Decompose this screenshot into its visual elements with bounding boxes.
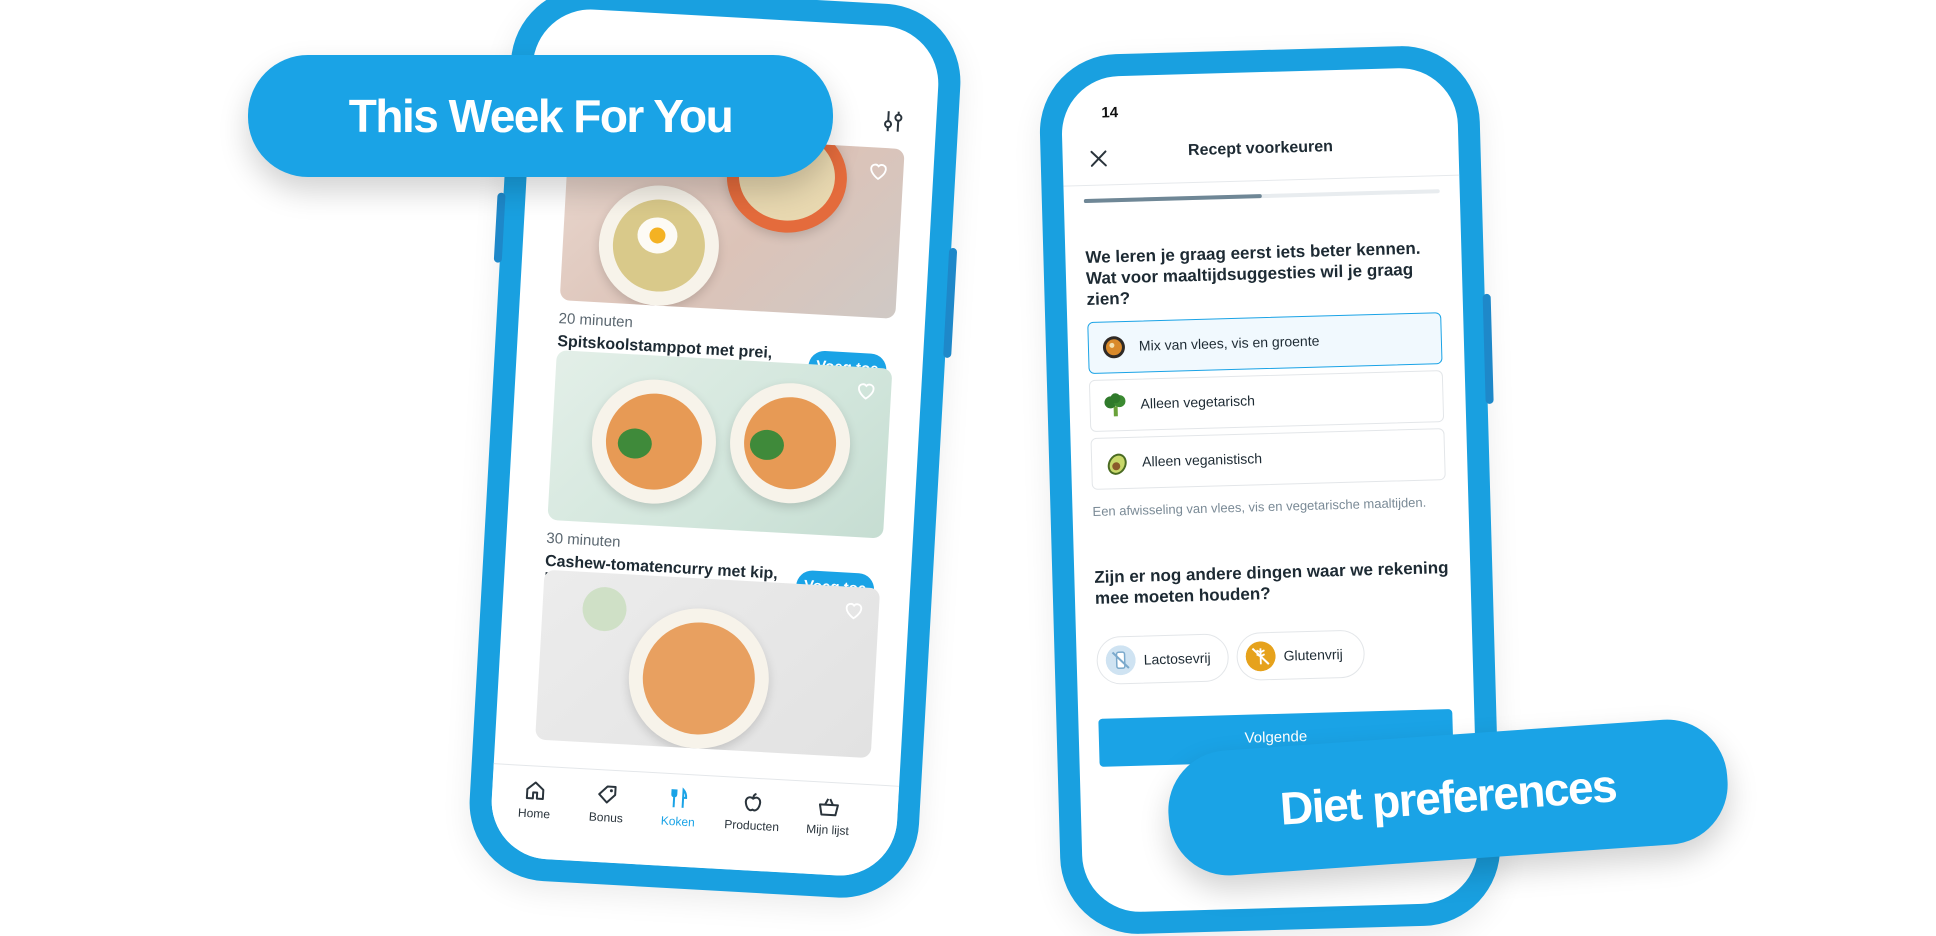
cutlery-icon bbox=[671, 787, 688, 808]
home-icon bbox=[525, 781, 545, 800]
filter-icon[interactable] bbox=[877, 106, 909, 138]
option-helper-text: Een afwisseling van vlees, vis en vegeta… bbox=[1092, 494, 1427, 519]
tab-producten[interactable]: Producten bbox=[716, 789, 788, 835]
option-vegan[interactable]: Alleen veganistisch bbox=[1090, 428, 1446, 490]
question-heading: Zijn er nog andere dingen waar we rekeni… bbox=[1094, 558, 1449, 608]
question-heading: We leren je graag eerst iets beter kenne… bbox=[1085, 238, 1421, 310]
option-label: Alleen veganistisch bbox=[1141, 450, 1263, 470]
chip-gluten-free[interactable]: Glutenvrij bbox=[1235, 629, 1366, 681]
bottom-tab-bar: Home Bonus Koken Producten Mijn lijst bbox=[488, 763, 900, 879]
feature-label-this-week: This Week For You bbox=[248, 55, 833, 177]
chip-label: Glutenvrij bbox=[1283, 646, 1343, 664]
option-label: Mix van vlees, vis en groente bbox=[1138, 332, 1320, 354]
no-milk-icon bbox=[1105, 645, 1136, 676]
tab-label: Bonus bbox=[588, 809, 624, 826]
option-vegetarian[interactable]: Alleen vegetarisch bbox=[1088, 370, 1445, 432]
tab-koken[interactable]: Koken bbox=[642, 785, 714, 831]
basket-icon bbox=[818, 798, 839, 817]
tab-home[interactable]: Home bbox=[499, 777, 571, 823]
favorite-heart-icon[interactable] bbox=[842, 598, 865, 621]
favorite-heart-icon[interactable] bbox=[855, 379, 878, 402]
volume-button bbox=[493, 192, 506, 263]
progress-bar bbox=[1083, 189, 1440, 204]
option-mix[interactable]: Mix van vlees, vis en groente bbox=[1087, 312, 1443, 375]
modal-title: Recept voorkeuren bbox=[1187, 138, 1334, 160]
favorite-heart-icon[interactable] bbox=[867, 159, 890, 182]
pan-icon bbox=[1102, 336, 1125, 359]
apple-icon bbox=[744, 792, 762, 812]
avocado-icon bbox=[1107, 453, 1127, 475]
tab-mijn-lijst[interactable]: Mijn lijst bbox=[792, 793, 864, 839]
header-divider bbox=[1063, 174, 1460, 187]
tab-bonus[interactable]: Bonus bbox=[571, 781, 643, 827]
tab-label: Producten bbox=[723, 817, 780, 835]
progress-bar-fill bbox=[1083, 194, 1262, 204]
tab-label: Home bbox=[517, 805, 551, 822]
recipe-image[interactable] bbox=[547, 350, 893, 539]
power-button bbox=[943, 247, 958, 359]
tab-label: Mijn lijst bbox=[805, 821, 850, 839]
recipe-card[interactable] bbox=[535, 569, 881, 759]
chip-lactose-free[interactable]: Lactosevrij bbox=[1096, 633, 1230, 685]
tag-icon bbox=[598, 785, 617, 804]
no-gluten-icon bbox=[1245, 641, 1276, 672]
tab-label: Koken bbox=[660, 813, 696, 830]
recipe-card[interactable]: 30 minuten Cashew-tomatencurry met kip, … bbox=[544, 350, 893, 607]
power-button bbox=[1482, 293, 1494, 404]
recipe-image[interactable] bbox=[535, 569, 881, 759]
option-label: Alleen vegetarisch bbox=[1140, 392, 1256, 412]
chip-label: Lactosevrij bbox=[1143, 649, 1211, 668]
broccoli-icon bbox=[1104, 393, 1126, 417]
status-bar-time: 14 bbox=[1101, 104, 1119, 122]
